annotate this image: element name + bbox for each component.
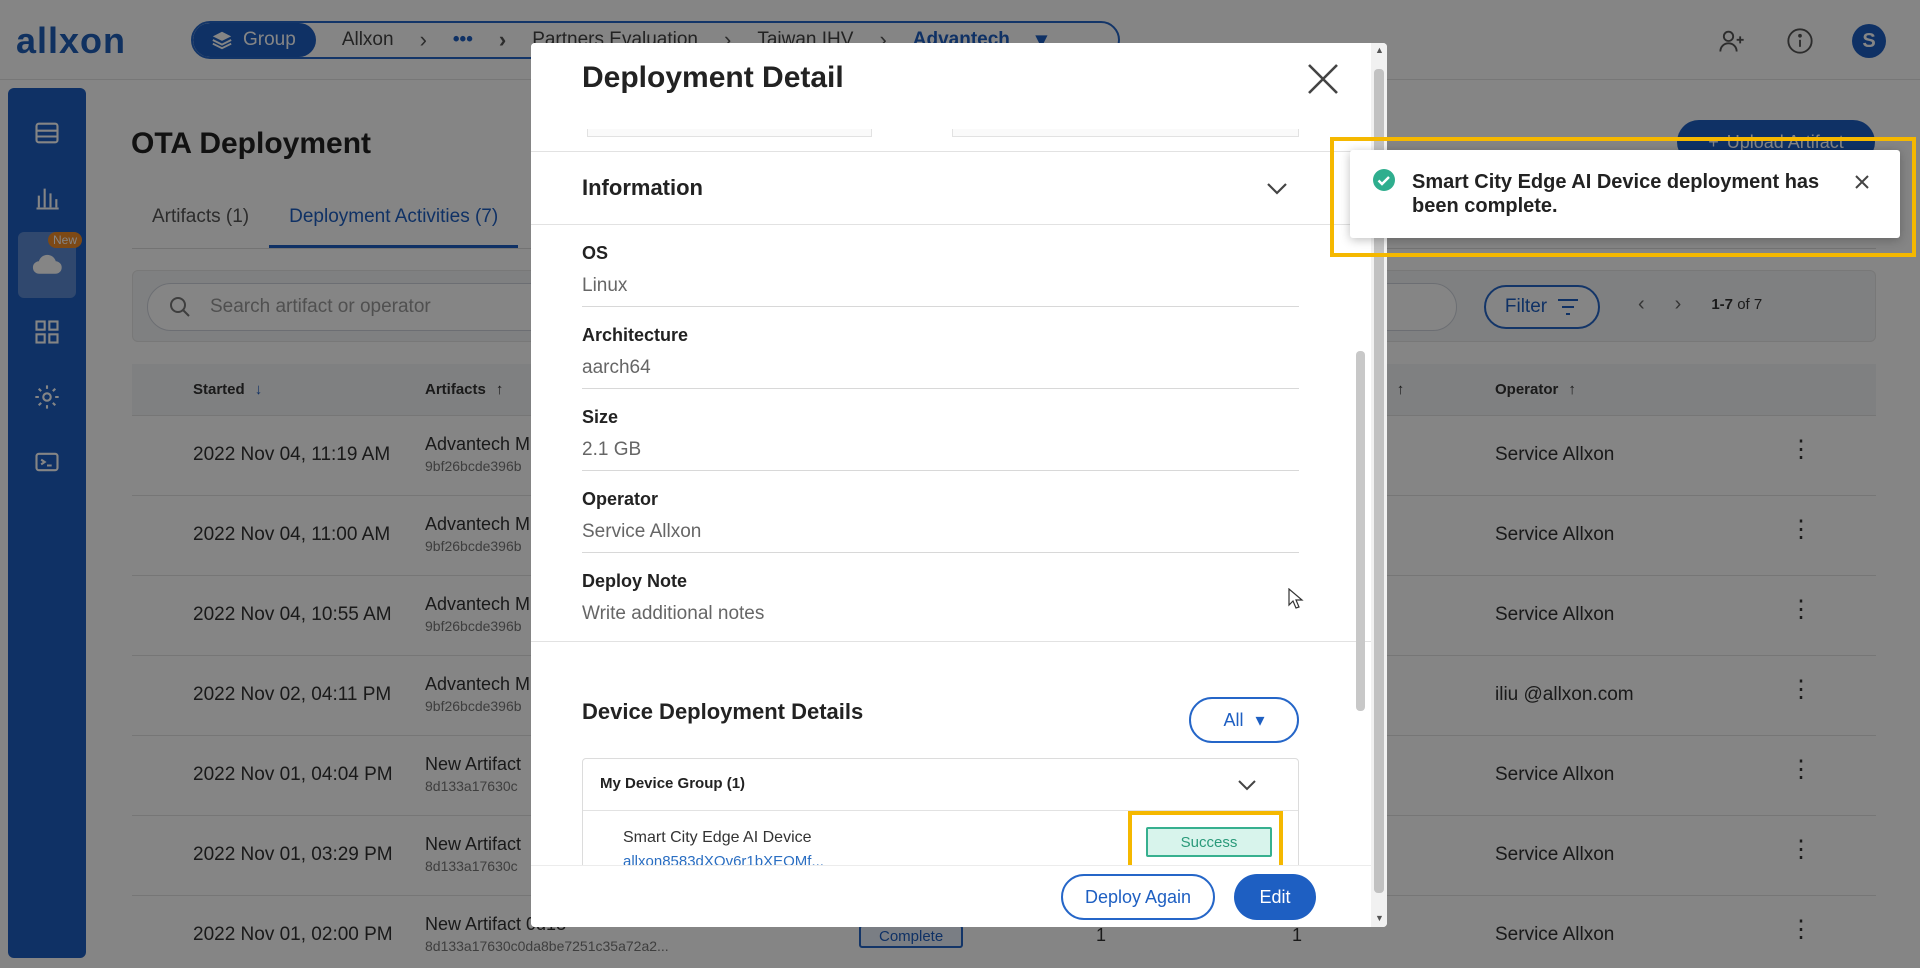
status-badge: Success — [1146, 827, 1272, 857]
device-filter-label: All — [1223, 709, 1244, 730]
scrollbar-thumb[interactable] — [1356, 351, 1365, 711]
field-operator: Operator Service Allxon — [582, 471, 1299, 553]
field-value: aarch64 — [582, 357, 651, 378]
body-scrollbar[interactable] — [1354, 311, 1366, 859]
toast-notification: Smart City Edge AI Device deployment has… — [1350, 150, 1900, 238]
modal-body: Information OS Linux Architecture aarch6… — [531, 129, 1371, 897]
check-circle-icon — [1373, 169, 1395, 191]
chevron-down-icon — [1238, 780, 1256, 791]
device-name: Smart City Edge AI Device — [623, 829, 812, 846]
modal-header: Deployment Detail — [531, 43, 1371, 129]
deploy-again-button[interactable]: Deploy Again — [1061, 874, 1215, 920]
close-icon[interactable] — [1853, 173, 1871, 191]
scroll-up-icon[interactable]: ▲ — [1375, 45, 1384, 55]
field-architecture: Architecture aarch64 — [582, 307, 1299, 389]
field-size: Size 2.1 GB — [582, 389, 1299, 471]
caret-down-icon: ▾ — [1255, 709, 1265, 730]
scroll-down-icon[interactable]: ▼ — [1375, 913, 1384, 923]
device-group-title: My Device Group (1) — [600, 775, 746, 792]
field-value: Linux — [582, 275, 628, 296]
field-os: OS Linux — [582, 225, 1299, 307]
field-label: Size — [582, 407, 619, 427]
deployment-detail-modal: Deployment Detail Information OS Linux A… — [531, 43, 1387, 927]
device-filter-dropdown[interactable]: All ▾ — [1189, 697, 1299, 743]
field-value: Service Allxon — [582, 521, 702, 542]
information-section-header[interactable]: Information — [531, 151, 1371, 225]
summary-card-peek — [952, 129, 1299, 137]
information-title: Information — [582, 175, 703, 200]
device-deployment-title: Device Deployment Details — [582, 699, 864, 724]
field-deploy-note[interactable]: Deploy Note Write additional notes — [582, 553, 1299, 635]
close-icon[interactable] — [1301, 57, 1345, 101]
section-divider — [531, 641, 1371, 642]
field-label: Architecture — [582, 325, 689, 345]
app-root: allxon Group Allxon › ••• › Partners Evalu… — [0, 0, 1920, 968]
summary-card-peek — [587, 129, 872, 137]
modal-title: Deployment Detail — [582, 61, 844, 94]
field-label: Operator — [582, 489, 659, 509]
field-label: Deploy Note — [582, 571, 688, 591]
edit-button[interactable]: Edit — [1234, 874, 1316, 920]
chevron-down-icon — [1267, 183, 1287, 195]
device-group-header[interactable]: My Device Group (1) — [583, 759, 1298, 811]
deploy-note-input[interactable]: Write additional notes — [582, 603, 764, 625]
mouse-cursor-icon — [1288, 588, 1304, 609]
field-label: OS — [582, 243, 609, 263]
modal-footer: Deploy Again Edit — [531, 865, 1371, 927]
toast-message: Smart City Edge AI Device deployment has… — [1412, 171, 1820, 217]
field-value: 2.1 GB — [582, 439, 642, 460]
